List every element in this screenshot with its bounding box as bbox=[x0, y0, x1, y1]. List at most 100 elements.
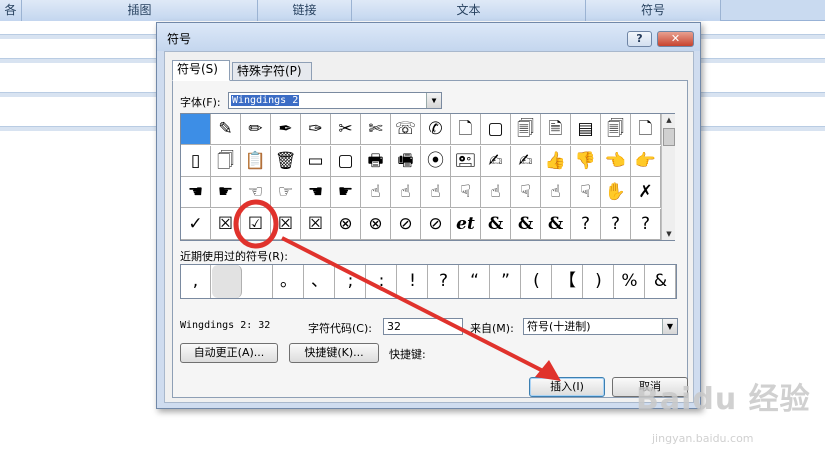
shortcut-key-button[interactable]: 快捷键(K)... bbox=[289, 343, 379, 363]
recent-symbol-cell[interactable]: ( bbox=[522, 265, 552, 298]
chevron-down-icon[interactable]: ▼ bbox=[662, 319, 677, 334]
symbol-cell[interactable]: ⊘ bbox=[391, 208, 421, 240]
symbol-cell[interactable]: ▯ bbox=[181, 145, 211, 177]
symbol-cell[interactable]: ☏ bbox=[391, 114, 421, 145]
symbol-cell[interactable]: ☚ bbox=[181, 177, 211, 208]
symbol-cell[interactable]: ✗ bbox=[631, 177, 661, 208]
insert-button[interactable]: 插入(I) bbox=[529, 377, 605, 397]
character-code-input[interactable]: 32 bbox=[383, 318, 463, 335]
symbol-cell[interactable]: 🗐 bbox=[601, 114, 631, 145]
symbol-cell[interactable]: 🗋 bbox=[451, 114, 481, 145]
symbol-cell[interactable]: ☝ bbox=[421, 177, 451, 208]
recent-symbol-cell[interactable]: “ bbox=[460, 265, 490, 298]
recent-symbol-cell-blurred[interactable] bbox=[212, 265, 242, 298]
from-dropdown[interactable]: 符号(十进制) ▼ bbox=[523, 318, 678, 335]
symbol-cell[interactable]: ✄ bbox=[361, 114, 391, 145]
symbol-cell[interactable]: & bbox=[481, 208, 511, 240]
ribbon-group-illustrations[interactable]: 插图 bbox=[22, 0, 258, 21]
symbol-cell[interactable] bbox=[181, 114, 211, 145]
symbol-cell[interactable]: & bbox=[541, 208, 571, 240]
symbol-cell[interactable]: ? bbox=[571, 208, 601, 240]
symbol-cell[interactable]: ☑ bbox=[241, 208, 271, 240]
symbol-cell[interactable]: ? bbox=[631, 208, 661, 240]
symbol-grid[interactable]: ▲ ▼ ✎ ✏ ✒ ✑ ✂ ✄ ☏ ✆ 🗋 ▢ 🗐 🗎 ▤ 🗐 🗋 ▯ 🗍 📋 🗑 ▭ ▢ 🖶 🖷 ⦿ 🖭 ✍ ✍ 👍 👎 👈 👉 ☚ ☛ ☜ ☞ ☚… bbox=[180, 113, 675, 241]
symbol-cell[interactable]: ☒ bbox=[301, 208, 331, 240]
symbol-cell[interactable]: ✏ bbox=[241, 114, 271, 145]
symbol-cell[interactable]: ▤ bbox=[571, 114, 601, 145]
symbol-cell[interactable]: ☝ bbox=[391, 177, 421, 208]
symbol-cell[interactable]: ☝ bbox=[361, 177, 391, 208]
tab-special-characters[interactable]: 特殊字符(P) bbox=[232, 62, 312, 81]
symbol-cell[interactable]: 🗎 bbox=[541, 114, 571, 145]
symbol-cell[interactable]: ▢ bbox=[331, 145, 361, 177]
symbol-cell[interactable]: ☟ bbox=[511, 177, 541, 208]
recent-symbol-cell[interactable]: 【 bbox=[553, 265, 583, 298]
recent-symbol-cell[interactable]: & bbox=[646, 265, 676, 298]
symbol-cell[interactable]: ☝ bbox=[481, 177, 511, 208]
symbol-cell[interactable]: ✍ bbox=[511, 145, 541, 177]
recent-symbol-cell[interactable] bbox=[243, 265, 273, 298]
close-button[interactable]: ✕ bbox=[657, 31, 694, 47]
symbol-cell[interactable]: ⊗ bbox=[361, 208, 391, 240]
recent-symbol-cell[interactable]: : bbox=[367, 265, 397, 298]
symbol-cell[interactable]: ☚ bbox=[301, 177, 331, 208]
symbol-cell[interactable]: ⊘ bbox=[421, 208, 451, 240]
symbol-cell[interactable]: ☞ bbox=[271, 177, 301, 208]
recent-symbol-cell[interactable]: ? bbox=[429, 265, 459, 298]
symbol-cell[interactable]: ✑ bbox=[301, 114, 331, 145]
symbol-cell[interactable]: 🗋 bbox=[631, 114, 661, 145]
symbol-cell[interactable]: ✎ bbox=[211, 114, 241, 145]
symbol-cell[interactable]: ⦿ bbox=[421, 145, 451, 177]
chevron-down-icon[interactable]: ▼ bbox=[426, 93, 441, 108]
symbol-cell[interactable]: ✆ bbox=[421, 114, 451, 145]
recent-symbols-list[interactable]: , 。、;:!? “”(【)% & bbox=[180, 264, 677, 299]
symbol-cell[interactable]: ☟ bbox=[451, 177, 481, 208]
recent-symbol-cell[interactable]: % bbox=[615, 265, 645, 298]
scroll-thumb[interactable] bbox=[663, 128, 675, 146]
dialog-titlebar[interactable]: 符号 ? ✕ bbox=[157, 23, 700, 51]
symbol-cell[interactable]: 👈 bbox=[601, 145, 631, 177]
ribbon-group-partial[interactable]: 各 bbox=[0, 0, 22, 21]
symbol-cell[interactable]: ✒ bbox=[271, 114, 301, 145]
symbol-cell[interactable]: ☒ bbox=[211, 208, 241, 240]
symbol-cell[interactable]: ✍ bbox=[481, 145, 511, 177]
symbol-cell[interactable]: 👍 bbox=[541, 145, 571, 177]
symbol-cell[interactable]: ✓ bbox=[181, 208, 211, 240]
scroll-down-icon[interactable]: ▼ bbox=[663, 228, 675, 240]
symbol-cell[interactable]: ☟ bbox=[571, 177, 601, 208]
symbol-cell[interactable]: ☜ bbox=[241, 177, 271, 208]
symbol-cell[interactable]: ▢ bbox=[481, 114, 511, 145]
symbol-cell[interactable]: 👉 bbox=[631, 145, 661, 177]
symbol-cell[interactable]: 🗑 bbox=[271, 145, 301, 177]
symbol-cell[interactable]: 🖷 bbox=[391, 145, 421, 177]
symbol-cell[interactable]: & bbox=[511, 208, 541, 240]
symbol-cell[interactable]: ✂ bbox=[331, 114, 361, 145]
recent-symbol-cell[interactable]: , bbox=[181, 265, 211, 298]
font-dropdown[interactable]: Wingdings 2 ▼ bbox=[228, 92, 442, 109]
ribbon-group-links[interactable]: 链接 bbox=[258, 0, 352, 21]
symbol-cell[interactable]: ☛ bbox=[211, 177, 241, 208]
symbol-cell[interactable]: ☝ bbox=[541, 177, 571, 208]
symbol-cell[interactable]: ☛ bbox=[331, 177, 361, 208]
symbol-cell[interactable]: ▭ bbox=[301, 145, 331, 177]
symbol-cell[interactable]: 🗐 bbox=[511, 114, 541, 145]
recent-symbol-cell[interactable]: ; bbox=[336, 265, 366, 298]
tab-symbols[interactable]: 符号(S) bbox=[172, 60, 230, 81]
symbol-cell[interactable]: 🖭 bbox=[451, 145, 481, 177]
scroll-up-icon[interactable]: ▲ bbox=[663, 114, 675, 126]
help-button[interactable]: ? bbox=[627, 31, 652, 47]
symbol-cell[interactable]: ✋ bbox=[601, 177, 631, 208]
symbol-cell[interactable]: ? bbox=[601, 208, 631, 240]
recent-symbol-cell[interactable]: ” bbox=[491, 265, 521, 298]
recent-symbol-cell[interactable]: ) bbox=[584, 265, 614, 298]
symbol-cell[interactable]: 🗍 bbox=[211, 145, 241, 177]
symbol-cell[interactable]: 📋 bbox=[241, 145, 271, 177]
recent-symbol-cell[interactable]: 。 bbox=[274, 265, 304, 298]
recent-symbol-cell[interactable]: 、 bbox=[305, 265, 335, 298]
ribbon-group-text[interactable]: 文本 bbox=[352, 0, 586, 21]
symbol-cell[interactable]: et bbox=[451, 208, 481, 240]
recent-symbol-cell[interactable]: ! bbox=[398, 265, 428, 298]
symbol-cell[interactable]: ☒ bbox=[271, 208, 301, 240]
symbol-cell[interactable]: 👎 bbox=[571, 145, 601, 177]
ribbon-group-symbols[interactable]: 符号 bbox=[586, 0, 721, 21]
